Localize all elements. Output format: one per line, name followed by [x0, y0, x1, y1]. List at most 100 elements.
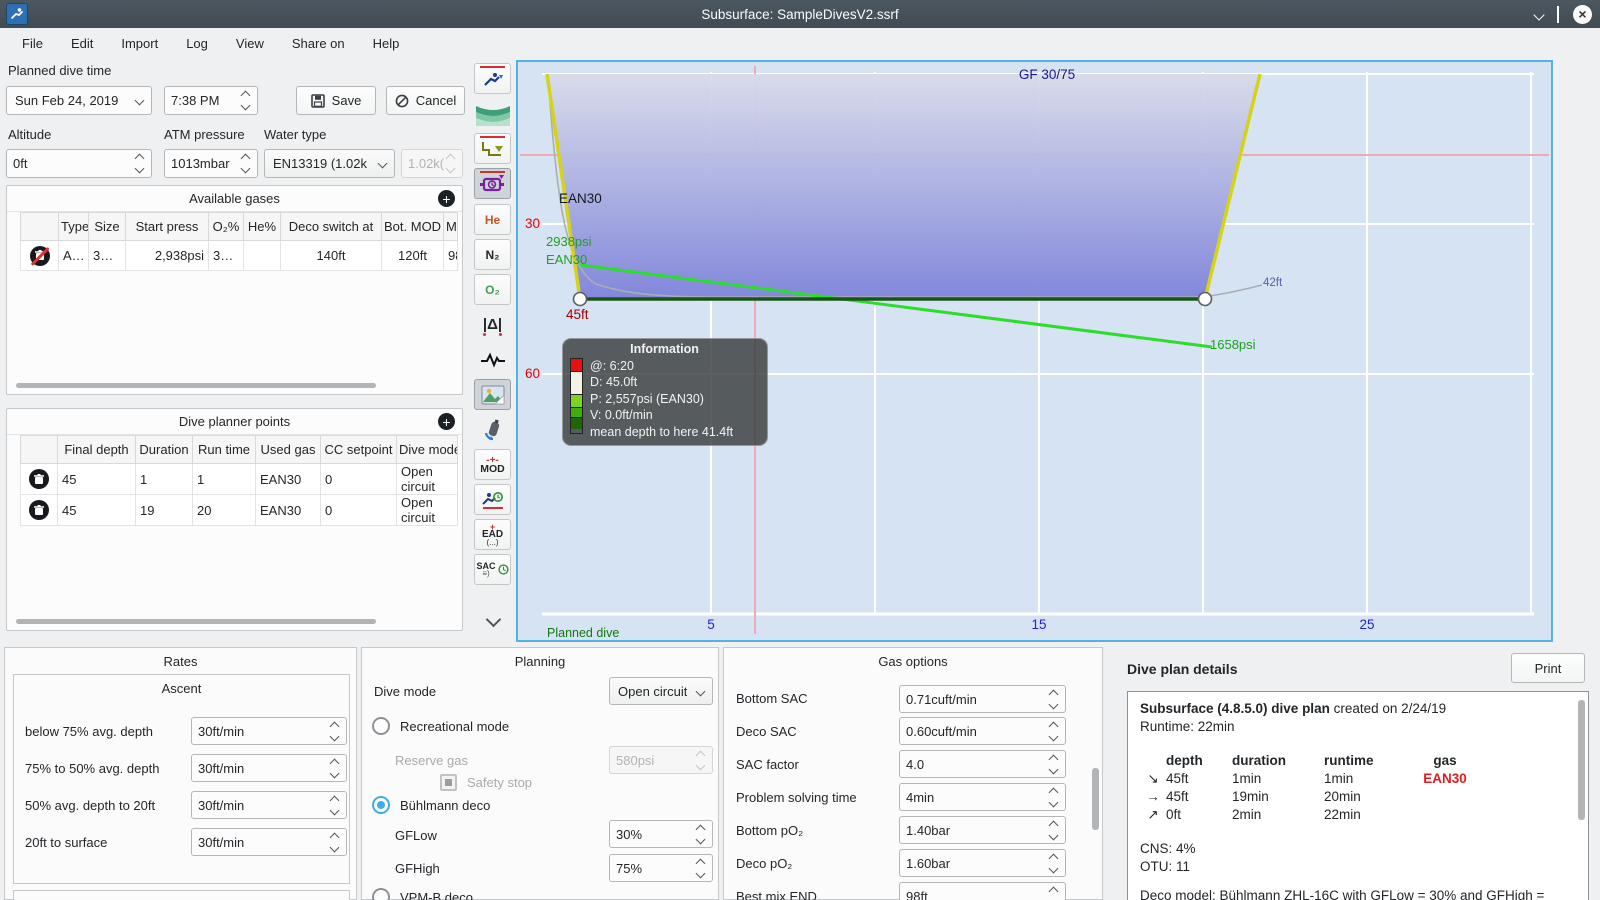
atm-pressure-label: ATM pressure	[164, 127, 245, 142]
dive-date-combo[interactable]: Sun Feb 24, 2019	[6, 86, 152, 115]
plan-row: ↗ 0ft 2min 22min	[1140, 806, 1576, 824]
window-title: Subsurface: SampleDivesV2.ssrf	[701, 6, 899, 22]
toolbar-collapse-button[interactable]	[480, 608, 506, 630]
heartrate-icon	[480, 352, 505, 368]
gflow-spinner[interactable]: 30%	[609, 820, 713, 848]
toolbar-ead-button[interactable]: + EAD (...)	[474, 519, 511, 550]
plan-vscrollbar[interactable]	[1578, 700, 1585, 820]
cancel-button[interactable]: Cancel	[386, 86, 465, 115]
col-final-depth[interactable]: Final depth	[57, 435, 136, 464]
menu-help[interactable]: Help	[361, 32, 412, 55]
col-run-time[interactable]: Run time	[192, 435, 256, 464]
reserve-gas-spinner: 580psi	[609, 746, 713, 774]
dive-time-spinner[interactable]: 7:38 PM	[164, 86, 258, 115]
recreational-mode-radio[interactable]: Recreational mode	[372, 717, 509, 735]
gas-label: EAN30	[559, 191, 602, 206]
col-dive-mode[interactable]: Dive mode	[396, 435, 458, 464]
toolbar-pn2plot-button[interactable]: N₂	[474, 239, 511, 270]
bottom-po2-spinner[interactable]: 1.40bar	[899, 816, 1066, 844]
col-mnd[interactable]: MND	[443, 212, 458, 241]
vpmb-deco-radio[interactable]: VPM-B deco	[372, 888, 473, 900]
altitude-spinner[interactable]: 0ft	[6, 149, 152, 178]
toolbar-photos-button[interactable]	[474, 379, 511, 410]
delete-point-icon[interactable]	[29, 500, 49, 520]
col-type[interactable]: Type	[58, 212, 89, 241]
col-start-press[interactable]: Start press	[125, 212, 209, 241]
deco-po2-spinner[interactable]: 1.60bar	[899, 849, 1066, 877]
rate-spinner-0[interactable]: 30ft/min	[191, 717, 347, 745]
minimize-icon[interactable]	[1533, 7, 1545, 22]
sac-factor-spinner[interactable]: 4.0	[899, 750, 1066, 778]
water-type-combo[interactable]: EN13319 (1.02k	[264, 149, 395, 178]
toolbar-gaschange-button[interactable]	[474, 414, 511, 445]
rate-spinner-3[interactable]: 30ft/min	[191, 828, 347, 856]
water-type-label: Water type	[264, 127, 327, 142]
points-hscrollbar[interactable]	[16, 619, 376, 624]
dive-date-value: Sun Feb 24, 2019	[15, 93, 119, 108]
toolbar-mod-button[interactable]: -+- MOD	[474, 449, 511, 480]
col-bot-mod[interactable]: Bot. MOD	[381, 212, 444, 241]
profile-handle[interactable]	[572, 291, 588, 307]
toolbar-profile-button[interactable]	[474, 63, 511, 94]
problem-time-spinner[interactable]: 4min	[899, 783, 1066, 811]
diver-icon	[11, 8, 23, 19]
gfhigh-spinner[interactable]: 75%	[609, 854, 713, 882]
col-cc-setpoint[interactable]: CC setpoint	[320, 435, 397, 464]
gas-options-vscrollbar[interactable]	[1092, 768, 1099, 830]
menu-file[interactable]: File	[10, 32, 55, 55]
col-deco-switch[interactable]: Deco switch at	[280, 212, 382, 241]
atm-pressure-spinner[interactable]: 1013mbar	[164, 149, 258, 178]
dive-time-value: 7:38 PM	[171, 93, 220, 108]
add-gas-button[interactable]: +	[438, 190, 455, 207]
toolbar-po2plot-button[interactable]: O₂	[474, 274, 511, 305]
rates-panel: Rates Ascent below 75% avg. depth 30ft/m…	[4, 647, 357, 900]
toolbar-ceiling-button[interactable]	[474, 133, 511, 164]
tooltip-time: @: 6:20	[590, 359, 634, 373]
point-row[interactable]: 45 19 20 EAN30 0 Open circuit	[20, 494, 458, 526]
toolbar-heartrate-button[interactable]	[474, 344, 511, 375]
maximize-icon[interactable]	[1557, 5, 1559, 23]
toolbar-pheplot-button[interactable]: He	[474, 204, 511, 235]
toolbar-ndl-tts-button[interactable]	[474, 484, 511, 515]
buhlmann-deco-radio[interactable]: Bühlmann deco	[372, 796, 490, 814]
col-duration[interactable]: Duration	[135, 435, 193, 464]
add-point-button[interactable]: +	[438, 413, 455, 430]
dive-profile-chart[interactable]: GF 30/75 30 60 5 15 25 Planned dive EAN3…	[516, 60, 1553, 642]
plan-table: depth duration runtime gas ↘ 45ft 1min 1…	[1140, 752, 1576, 824]
col-used-gas[interactable]: Used gas	[255, 435, 321, 464]
col-o2[interactable]: O₂%	[208, 212, 244, 241]
point-row[interactable]: 45 1 1 EAN30 0 Open circuit	[20, 463, 458, 495]
menu-edit[interactable]: Edit	[59, 32, 105, 55]
toolbar-sac-button[interactable]: SAC ≡)	[474, 554, 511, 585]
bottom-sac-spinner[interactable]: 0.71cuft/min	[899, 685, 1066, 713]
menu-import[interactable]: Import	[109, 32, 170, 55]
toolbar-waves-button[interactable]	[474, 98, 511, 129]
tooltip-pressure: P: 2,557psi (EAN30)	[590, 391, 704, 406]
pressure-bar-icon	[570, 358, 583, 434]
plan-created-rest: created on 2/24/19	[1329, 701, 1447, 716]
gas-row[interactable]: A… 3… 2,938psi 3… 140ft 120ft 98ft	[20, 240, 458, 271]
close-icon[interactable]: ×	[1573, 4, 1592, 24]
save-button[interactable]: Save	[296, 86, 376, 115]
level-arrow-icon: →	[1146, 789, 1160, 804]
planned-dive-label: Planned dive	[547, 626, 619, 640]
information-tooltip: Information @: 6:20 D: 45.0ft P: 2,557ps…	[562, 338, 768, 446]
col-size[interactable]: Size	[88, 212, 126, 241]
profile-handle[interactable]	[1197, 291, 1213, 307]
avg-depth-label: 42ft	[1263, 277, 1283, 289]
delete-gas-icon[interactable]	[29, 245, 50, 266]
menu-log[interactable]: Log	[174, 32, 220, 55]
best-mix-end-spinner[interactable]: 98ft	[899, 882, 1066, 900]
print-button[interactable]: Print	[1511, 653, 1585, 683]
rate-spinner-1[interactable]: 30ft/min	[191, 754, 347, 782]
deco-sac-spinner[interactable]: 0.60cuft/min	[899, 717, 1066, 745]
rate-spinner-2[interactable]: 30ft/min	[191, 791, 347, 819]
toolbar-dc-ceiling-button[interactable]	[474, 168, 511, 199]
col-he[interactable]: He%	[243, 212, 281, 241]
toolbar-tissues-button[interactable]: |Δ|	[474, 309, 511, 340]
gases-hscrollbar[interactable]	[16, 383, 376, 388]
delete-point-icon[interactable]	[29, 469, 49, 489]
menu-share-on[interactable]: Share on	[280, 32, 357, 55]
menu-view[interactable]: View	[224, 32, 276, 55]
dive-mode-combo[interactable]: Open circuit	[609, 677, 713, 705]
